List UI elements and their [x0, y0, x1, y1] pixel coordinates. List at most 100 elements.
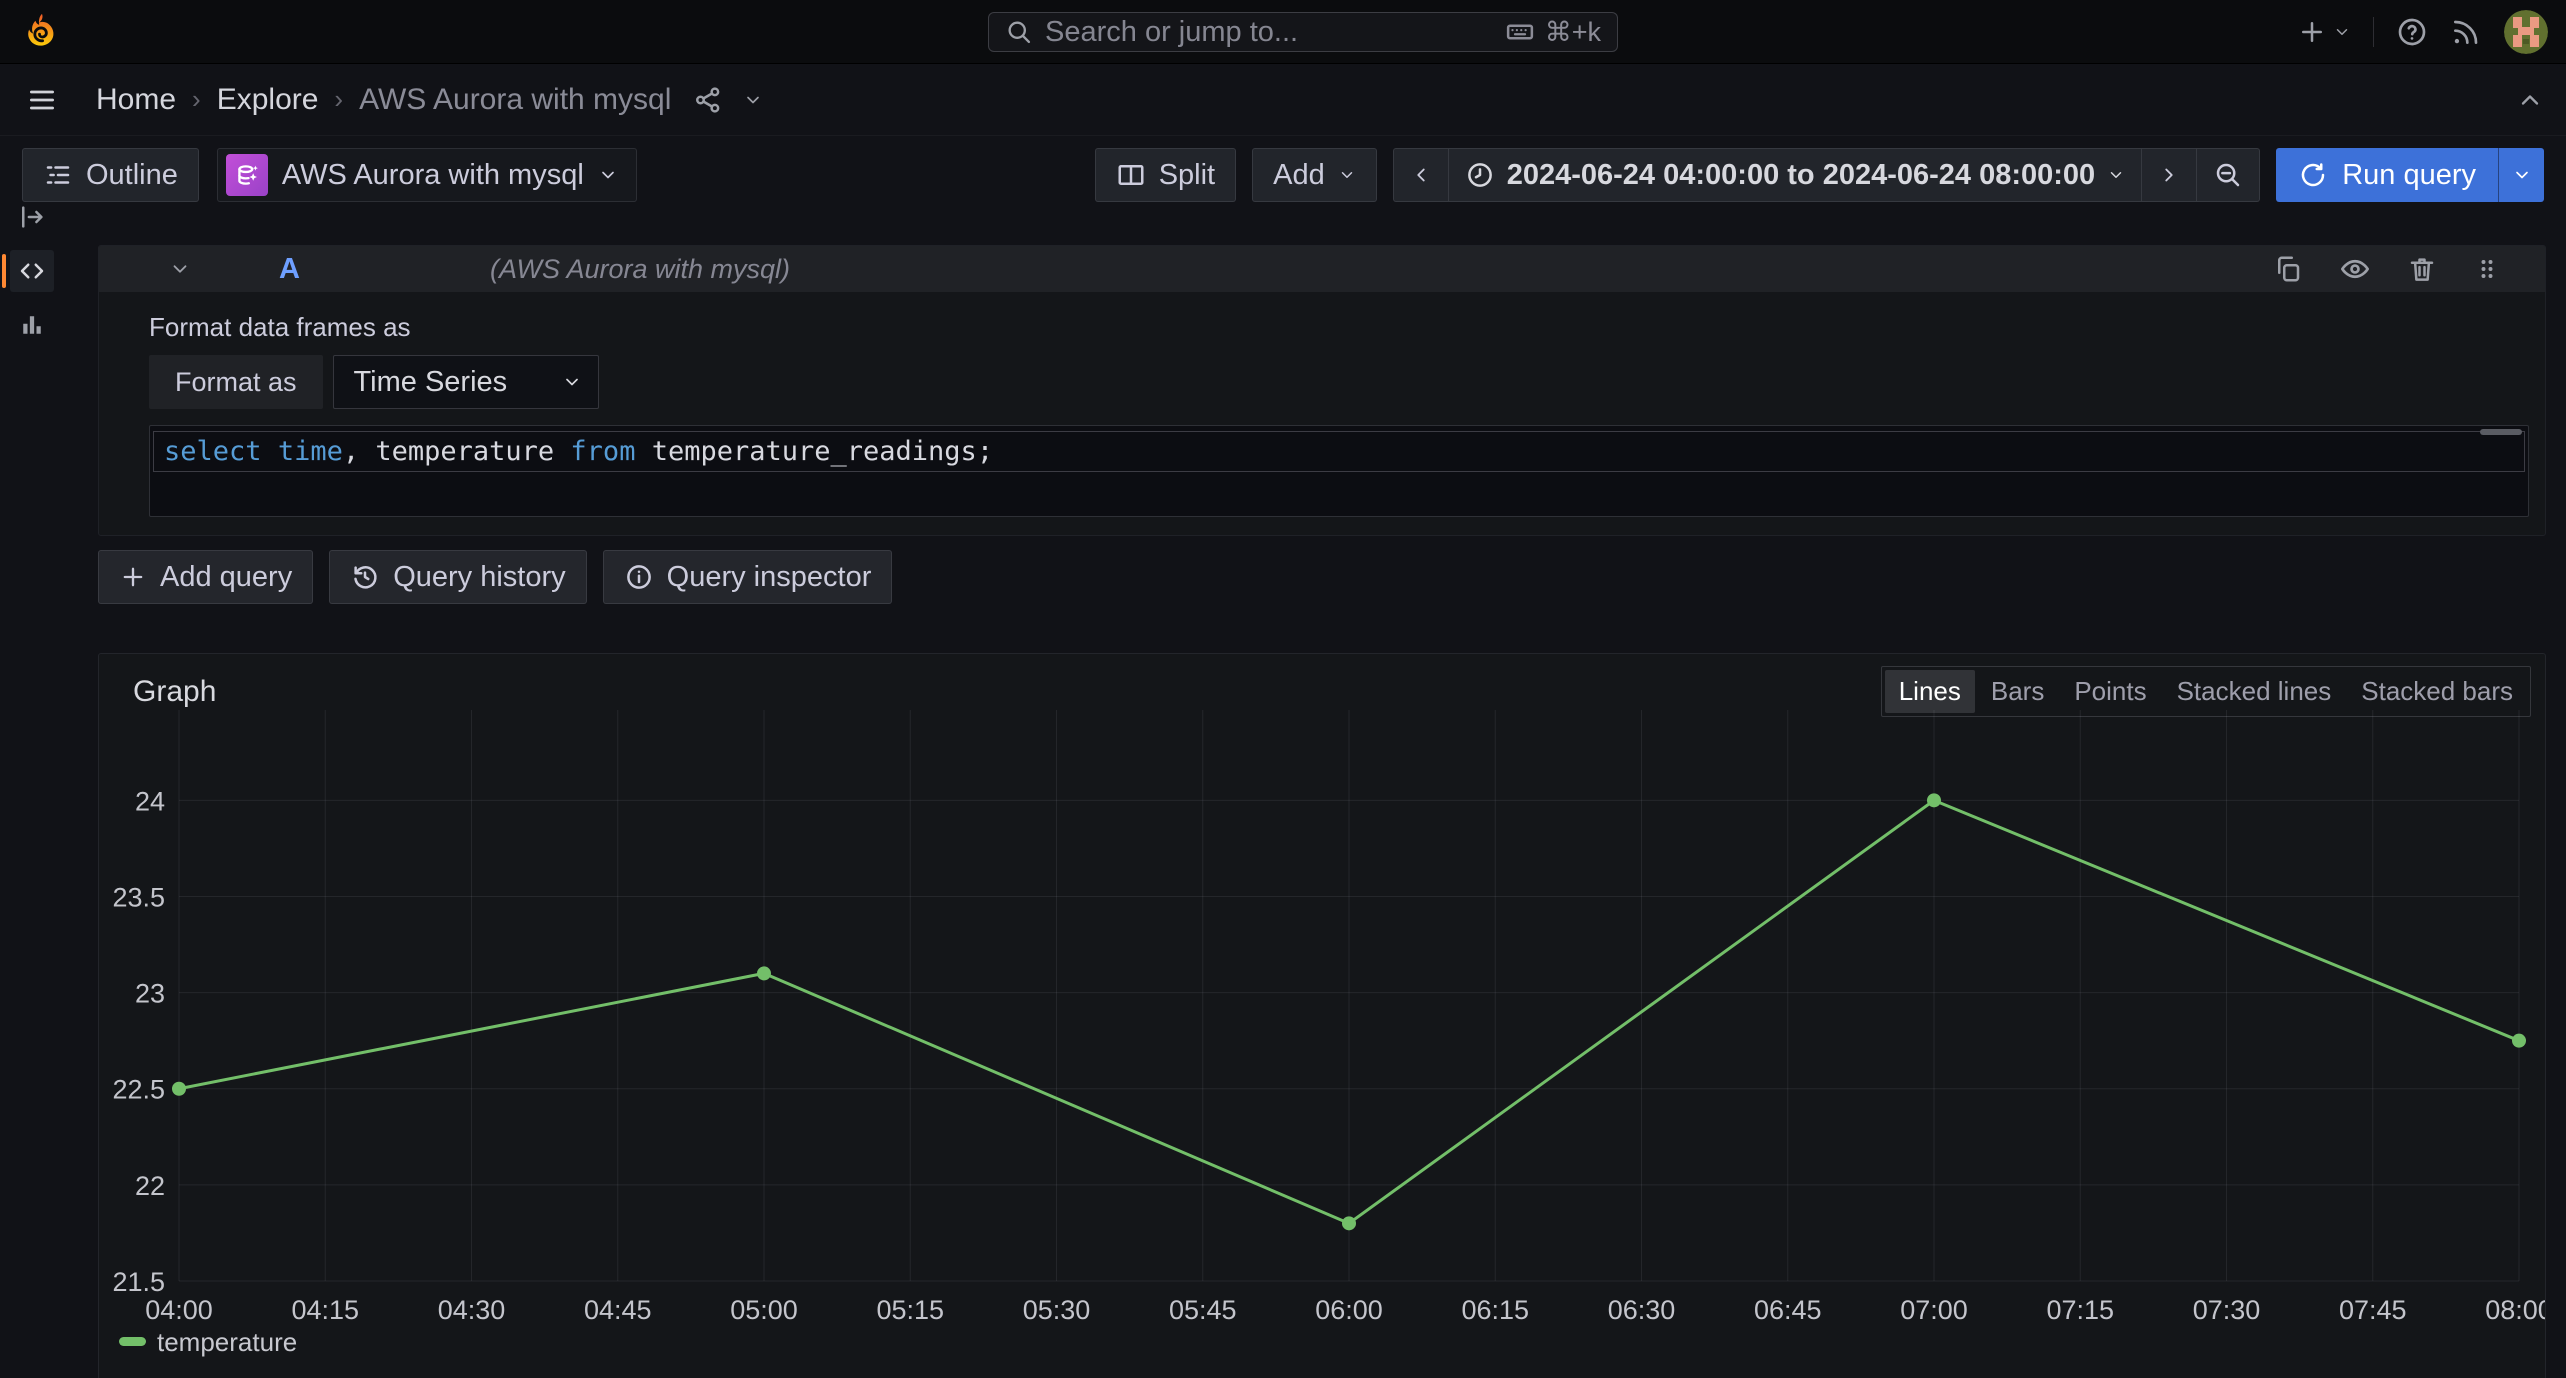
zoom-out-time-button[interactable]: [2196, 149, 2259, 201]
search-icon: [1005, 18, 1033, 46]
history-icon: [350, 562, 380, 592]
code-icon: [17, 256, 47, 286]
query-inspector-button[interactable]: Query inspector: [603, 550, 893, 604]
y-axis-tick-label: 22: [135, 1171, 165, 1201]
drag-dots-icon: [2473, 255, 2501, 283]
sql-token: select: [164, 436, 262, 467]
run-query-button[interactable]: Run query: [2276, 148, 2498, 202]
sidebar-visualization-tab[interactable]: [10, 304, 54, 346]
legend-marker: [119, 1337, 146, 1346]
breadcrumb-explore[interactable]: Explore: [217, 83, 319, 117]
remove-query-button[interactable]: [2407, 254, 2437, 284]
x-axis-tick-label: 05:30: [1023, 1295, 1091, 1325]
plus-icon: [119, 563, 147, 591]
x-axis-tick-label: 07:45: [2339, 1295, 2407, 1325]
time-range-picker[interactable]: 2024-06-24 04:00:00 to 2024-06-24 08:00:…: [1448, 149, 2141, 201]
query-ref-id[interactable]: A: [279, 253, 300, 286]
clock-icon: [1465, 160, 1495, 190]
x-axis-tick-label: 04:30: [438, 1295, 506, 1325]
time-shift-back-button[interactable]: [1394, 149, 1448, 201]
datasource-icon: [226, 154, 268, 196]
explore-sidebar: [0, 196, 64, 346]
split-button[interactable]: Split: [1095, 148, 1236, 202]
add-new-button[interactable]: [2297, 17, 2351, 47]
run-query-options-button[interactable]: [2498, 148, 2544, 202]
user-avatar[interactable]: [2504, 10, 2548, 54]
sql-query-line[interactable]: select time, temperature from temperatur…: [153, 431, 2525, 472]
data-point: [1342, 1216, 1356, 1230]
add-dropdown-button[interactable]: Add: [1252, 148, 1377, 202]
y-axis-tick-label: 22.5: [112, 1075, 165, 1105]
toggle-query-visibility-button[interactable]: [2339, 253, 2371, 285]
graph-panel: Graph LinesBarsPointsStacked linesStacke…: [98, 653, 2546, 1378]
query-datasource-hint: (AWS Aurora with mysql): [490, 254, 790, 285]
chevron-down-icon: [562, 372, 582, 392]
x-axis-tick-label: 05:00: [730, 1295, 798, 1325]
zoom-out-icon: [2213, 160, 2243, 190]
top-navigation-bar: ⌘+k: [0, 0, 2566, 64]
time-shift-forward-button[interactable]: [2141, 149, 2196, 201]
chevron-down-icon: [743, 90, 763, 110]
news-button[interactable]: [2450, 16, 2482, 48]
breadcrumb-separator: [192, 84, 201, 115]
breadcrumb-home[interactable]: Home: [96, 83, 176, 117]
share-shortlink-button[interactable]: [693, 85, 723, 115]
info-circle-icon: [624, 562, 654, 592]
sidebar-expand-pane-button[interactable]: [10, 196, 54, 238]
refresh-icon: [2298, 160, 2328, 190]
collapse-controls-button[interactable]: [2516, 86, 2544, 114]
breadcrumb-current: AWS Aurora with mysql: [359, 83, 671, 117]
y-axis-tick-label: 23: [135, 979, 165, 1009]
format-select[interactable]: Time Series: [333, 355, 599, 409]
search-input[interactable]: [1045, 16, 1493, 49]
breadcrumb-actions: [693, 85, 763, 115]
x-axis-tick-label: 07:15: [2046, 1295, 2114, 1325]
chevron-down-icon: [2333, 23, 2351, 41]
x-axis-tick-label: 06:30: [1608, 1295, 1676, 1325]
legend-label[interactable]: temperature: [157, 1327, 297, 1357]
rss-icon: [2450, 16, 2482, 48]
format-select-value: Time Series: [354, 366, 508, 399]
editor-scrollbar-thumb[interactable]: [2480, 429, 2522, 435]
drag-handle[interactable]: [2473, 255, 2501, 283]
outline-icon: [43, 160, 73, 190]
breadcrumb-separator: [334, 84, 343, 115]
collapse-query-row-button[interactable]: [169, 258, 191, 280]
sql-token: , temperature: [343, 436, 571, 467]
x-axis-tick-label: 04:00: [145, 1295, 213, 1325]
datasource-picker[interactable]: AWS Aurora with mysql: [217, 148, 637, 202]
explore-content: A (AWS Aurora with mysql): [98, 202, 2546, 1378]
add-query-button[interactable]: Add query: [98, 550, 313, 604]
share-options-button[interactable]: [743, 90, 763, 110]
format-section-label: Format data frames as: [149, 312, 2529, 343]
outline-button[interactable]: Outline: [22, 148, 199, 202]
chevron-down-icon: [598, 165, 618, 185]
search-bar[interactable]: ⌘+k: [988, 12, 1618, 52]
help-button[interactable]: [2396, 16, 2428, 48]
plus-icon: [2297, 17, 2327, 47]
time-range-controls: 2024-06-24 04:00:00 to 2024-06-24 08:00:…: [1393, 148, 2260, 202]
sidebar-queries-tab[interactable]: [10, 250, 54, 292]
copy-icon: [2273, 254, 2303, 284]
x-axis-tick-label: 05:15: [876, 1295, 944, 1325]
x-axis-tick-label: 05:45: [1169, 1295, 1237, 1325]
split-view-icon: [1116, 160, 1146, 190]
topbar-divider: [2373, 17, 2374, 47]
data-point: [1927, 793, 1941, 807]
query-history-button[interactable]: Query history: [329, 550, 586, 604]
topbar-actions: [2297, 10, 2548, 54]
chevron-right-icon: [2158, 164, 2180, 186]
y-axis-tick-label: 24: [135, 786, 165, 816]
chevron-up-icon: [2516, 86, 2544, 114]
menu-toggle-button[interactable]: [26, 84, 58, 116]
chevron-down-icon: [1338, 166, 1356, 184]
format-as-label: Format as: [149, 355, 323, 409]
data-point: [2512, 1034, 2526, 1048]
duplicate-query-button[interactable]: [2273, 254, 2303, 284]
grafana-logo[interactable]: [22, 12, 62, 52]
chevron-left-icon: [1410, 164, 1432, 186]
sql-token: temperature_readings;: [635, 436, 993, 467]
sql-code-editor[interactable]: select time, temperature from temperatur…: [149, 425, 2529, 517]
y-axis-tick-label: 23.5: [112, 882, 165, 912]
trash-icon: [2407, 254, 2437, 284]
